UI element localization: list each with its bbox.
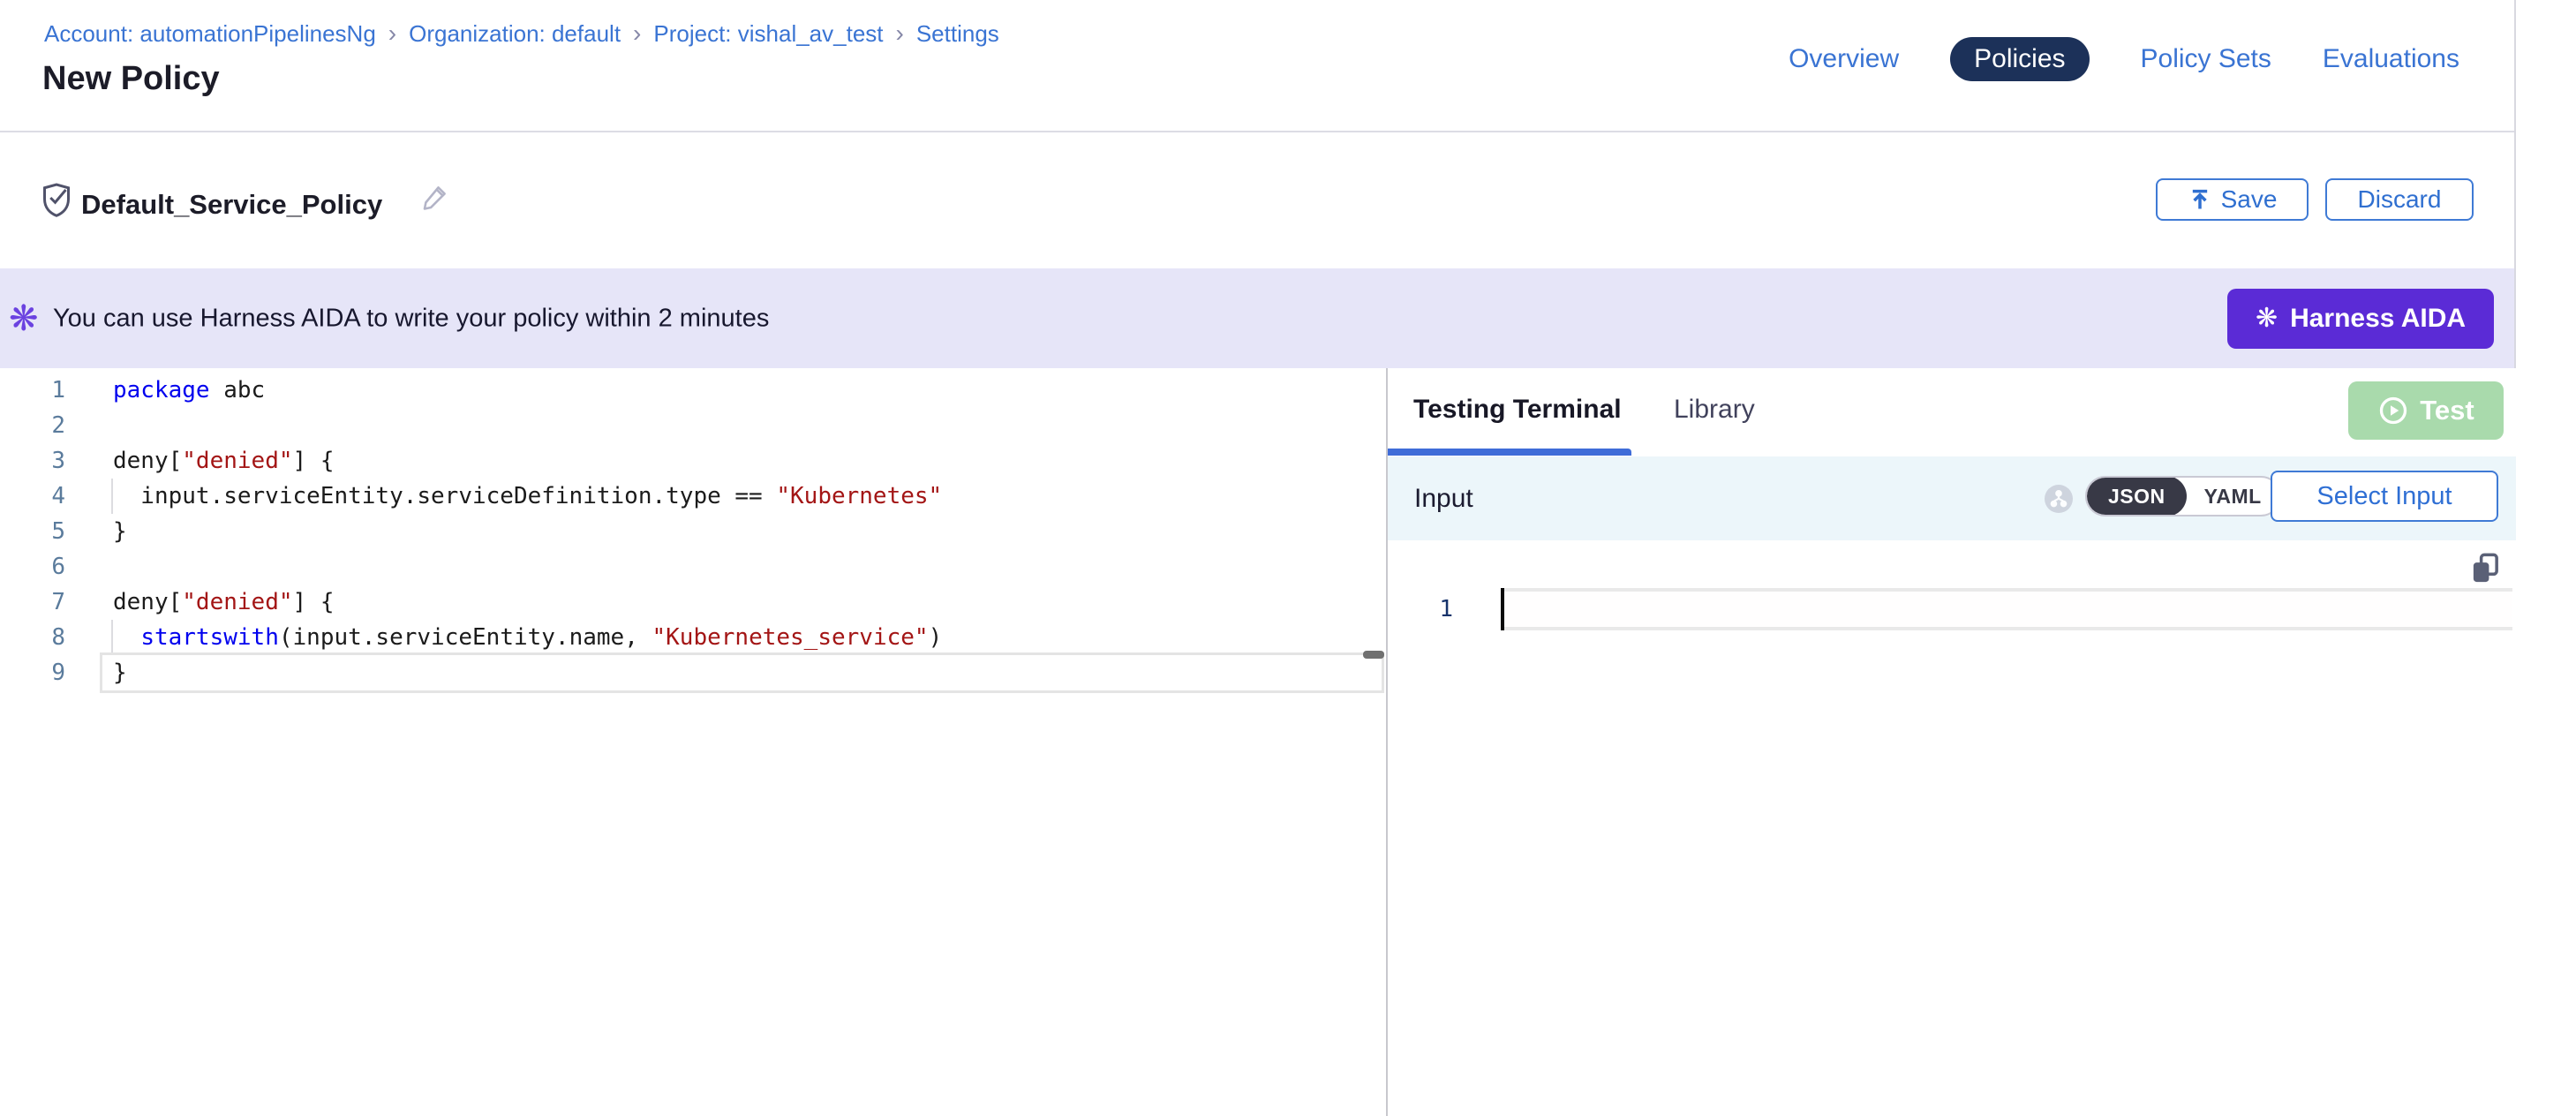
- breadcrumb: Account: automationPipelinesNg › Organizat…: [44, 19, 999, 48]
- pencil-icon: [420, 182, 450, 212]
- code-line-2[interactable]: 2: [0, 408, 1386, 443]
- code-line-1[interactable]: 1 package abc: [0, 373, 1386, 408]
- text-cursor: [1501, 588, 1504, 630]
- test-button[interactable]: Test: [2348, 381, 2504, 440]
- breadcrumb-separator: ›: [633, 19, 641, 48]
- page-content: Account: automationPipelinesNg › Organizat…: [0, 0, 2516, 1116]
- editor-scroll-indicator[interactable]: [1363, 651, 1384, 659]
- input-label: Input: [1414, 484, 1473, 514]
- testing-panel: Testing Terminal Library Test: [1388, 368, 2516, 1116]
- discard-button-label: Discard: [2358, 185, 2442, 214]
- breadcrumb-link-account[interactable]: Account: automationPipelinesNg: [44, 20, 376, 48]
- test-button-label: Test: [2420, 395, 2474, 426]
- line-number: 3: [0, 448, 65, 474]
- code-line-4[interactable]: 4 input.serviceEntity.serviceDefinition.…: [0, 479, 1386, 514]
- input-line-number: 1: [1388, 592, 1453, 627]
- policy-name: Default_Service_Policy: [81, 189, 382, 221]
- policy-shield-icon: [41, 182, 72, 219]
- format-option-json[interactable]: JSON: [2087, 476, 2187, 517]
- edit-policy-name-button[interactable]: [420, 182, 450, 212]
- save-button[interactable]: Save: [2156, 178, 2309, 221]
- workspace: 1package abc23deny["denied"] {4 input.se…: [0, 368, 2514, 1116]
- line-number: 6: [0, 554, 65, 580]
- select-input-button[interactable]: Select Input: [2271, 471, 2498, 522]
- line-number: 5: [0, 518, 65, 545]
- tab-testing-terminal[interactable]: Testing Terminal: [1413, 395, 1622, 425]
- nav-item-policies[interactable]: Policies: [1950, 37, 2089, 81]
- line-number: 2: [0, 412, 65, 439]
- page-title: New Policy: [42, 60, 220, 98]
- code-line-7[interactable]: 7 deny["denied"] {: [0, 584, 1386, 620]
- copy-icon: [2468, 551, 2502, 584]
- test-input-editor[interactable]: 1: [1388, 592, 2516, 627]
- active-tab-indicator: [1388, 449, 1631, 456]
- upload-icon: [2188, 187, 2212, 212]
- policy-nav: Overview Policies Policy Sets Evaluations: [1789, 37, 2459, 81]
- aida-banner: ❋ You can use Harness AIDA to write your…: [0, 268, 2514, 368]
- discard-button[interactable]: Discard: [2325, 178, 2474, 221]
- copy-button[interactable]: [2468, 551, 2502, 584]
- line-number: 1: [0, 377, 65, 403]
- harness-aida-button[interactable]: ❋ Harness AIDA: [2227, 289, 2494, 349]
- line-number: 9: [0, 660, 65, 686]
- save-button-label: Save: [2221, 185, 2278, 214]
- aida-flower-icon: ❋: [9, 301, 39, 336]
- code-text: input.serviceEntity.serviceDefinition.ty…: [113, 479, 942, 514]
- policy-code-editor[interactable]: 1package abc23deny["denied"] {4 input.se…: [0, 368, 1386, 1116]
- page-header: Account: automationPipelinesNg › Organizat…: [0, 0, 2514, 132]
- breadcrumb-link-project[interactable]: Project: vishal_av_test: [653, 20, 883, 48]
- line-number: 8: [0, 624, 65, 651]
- input-source-icon: [2045, 485, 2073, 513]
- breadcrumb-separator: ›: [896, 19, 904, 48]
- format-toggle[interactable]: JSONYAML: [2085, 476, 2281, 517]
- aida-banner-message: You can use Harness AIDA to write your p…: [53, 304, 769, 333]
- aida-button-flower-icon: ❋: [2256, 305, 2278, 332]
- code-text: deny["denied"] {: [113, 443, 334, 479]
- input-header: Input JSONYAML Sele: [1388, 456, 2516, 540]
- code-line-9[interactable]: 9}: [0, 655, 1386, 690]
- play-icon: [2377, 395, 2409, 426]
- code-text: startswith(input.serviceEntity.name, "Ku…: [113, 620, 942, 655]
- nav-item-overview[interactable]: Overview: [1789, 37, 1899, 81]
- breadcrumb-link-organization[interactable]: Organization: default: [409, 20, 621, 48]
- current-line-highlight: [100, 652, 1384, 693]
- format-option-yaml[interactable]: YAML: [2187, 476, 2279, 517]
- code-line-8[interactable]: 8 startswith(input.serviceEntity.name, "…: [0, 620, 1386, 655]
- line-number: 4: [0, 483, 65, 509]
- code-text: deny["denied"] {: [113, 584, 334, 620]
- breadcrumb-separator: ›: [388, 19, 396, 48]
- breadcrumb-link-settings[interactable]: Settings: [916, 20, 999, 48]
- code-line-6[interactable]: 6: [0, 549, 1386, 584]
- aida-button-label: Harness AIDA: [2290, 304, 2466, 334]
- code-text: package abc: [113, 373, 265, 408]
- nav-item-evaluations[interactable]: Evaluations: [2323, 37, 2459, 81]
- code-line-5[interactable]: 5}: [0, 514, 1386, 549]
- nav-item-policy-sets[interactable]: Policy Sets: [2141, 37, 2271, 81]
- line-number: 7: [0, 589, 65, 615]
- policy-toolbar: Default_Service_Policy Save Di: [0, 134, 2514, 268]
- code-text: }: [113, 655, 127, 690]
- new-policy-page: Account: automationPipelinesNg › Organizat…: [0, 0, 2576, 1116]
- code-line-3[interactable]: 3 deny["denied"] {: [0, 443, 1386, 479]
- tab-library[interactable]: Library: [1674, 395, 1755, 425]
- code-text: }: [113, 514, 127, 549]
- input-current-line: [1501, 588, 2512, 630]
- terminal-tabs-row: Testing Terminal Library Test: [1388, 368, 2516, 456]
